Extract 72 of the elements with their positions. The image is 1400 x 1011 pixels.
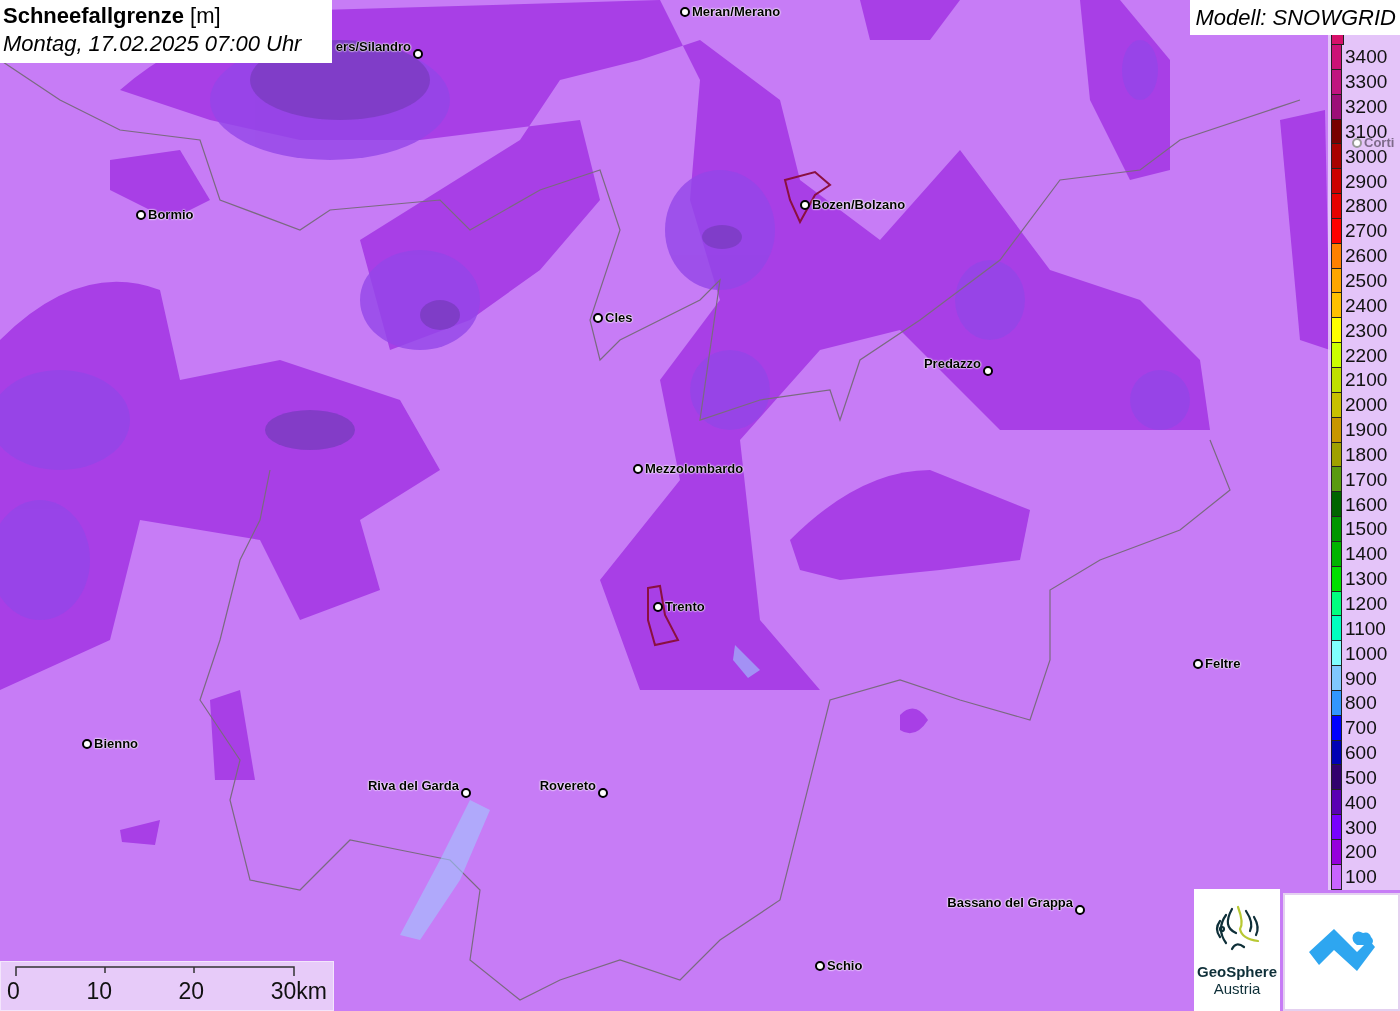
place-label: Bienno (94, 736, 139, 751)
scale-label: 10 (86, 978, 112, 1004)
scale-bar-icon (15, 966, 295, 976)
scale-label: 20 (178, 978, 205, 1004)
logo-subtitle: Austria (1213, 980, 1261, 998)
legend-label: 100 (1345, 867, 1377, 888)
place-label: Bormio (148, 207, 194, 222)
place-label: Mezzolombardo (645, 461, 744, 476)
legend-label: 2200 (1345, 345, 1388, 366)
place-label: Feltre (1205, 656, 1241, 671)
legend-label: 300 (1345, 817, 1377, 838)
place-label: Trento (665, 599, 705, 614)
place-label: Meran/Merano (692, 4, 781, 19)
place-marker-icon (653, 601, 663, 612)
legend-label: 1200 (1345, 594, 1388, 614)
scale-label: 30km (270, 978, 327, 1004)
legend-label: 3400 (1345, 47, 1388, 68)
place-marker-icon (680, 6, 690, 17)
legend-label: 1000 (1345, 643, 1388, 664)
place-marker-icon (136, 209, 146, 220)
legend-label: 400 (1345, 792, 1377, 813)
legend-label: 1800 (1345, 444, 1388, 465)
legend-label: 800 (1345, 693, 1377, 714)
place-label: Predazzo (923, 356, 981, 371)
place-marker-icon (800, 199, 810, 210)
legend-label: 3000 (1345, 146, 1388, 167)
place-marker-icon (1075, 904, 1085, 915)
legend-label: 2800 (1345, 196, 1388, 217)
legend-label: 2300 (1345, 320, 1388, 341)
place-marker-icon (593, 312, 603, 323)
legend-label: 2100 (1345, 370, 1388, 391)
legend-label: 2900 (1345, 171, 1388, 192)
legend-label: 200 (1345, 842, 1377, 863)
legend-label: 2000 (1345, 395, 1388, 416)
model-label: Modell: SNOWGRID (1189, 0, 1400, 35)
place-marker-icon (82, 738, 92, 749)
place-marker-icon (461, 787, 471, 798)
place-label: ers/Silandro (335, 39, 411, 54)
scale-label: 0 (7, 978, 20, 1004)
forecast-time: Montag, 17.02.2025 07:00 Uhr (3, 31, 303, 57)
legend-label: 600 (1345, 743, 1377, 764)
place-label: Rovereto (539, 778, 596, 793)
map-title: Schneefallgrenze [m] (3, 3, 222, 29)
legend-label: 1700 (1345, 469, 1388, 490)
place-label: Cles (605, 310, 633, 325)
place-marker-icon (983, 365, 993, 376)
place-marker-icon (633, 463, 643, 474)
legend-label: 700 (1345, 718, 1377, 739)
legend-label: 2700 (1345, 221, 1388, 242)
place-marker-icon (815, 960, 825, 971)
legend-label: 1300 (1345, 569, 1388, 590)
place-label: Bozen/Bolzano (812, 197, 906, 212)
legend-label: 1900 (1345, 420, 1388, 441)
logo-name: GeoSphere (1197, 963, 1277, 980)
legend-swatch (1331, 35, 1344, 45)
legend-label: 1100 (1345, 618, 1386, 639)
legend-label: 2400 (1345, 295, 1388, 316)
place-marker-icon (413, 48, 423, 59)
place-marker-icon (598, 787, 608, 798)
legend-label: 1400 (1345, 544, 1388, 565)
legend-label: 900 (1345, 668, 1377, 689)
legend-label: 3300 (1345, 72, 1388, 93)
legend-label: 2600 (1345, 246, 1388, 267)
place-label: Schio (827, 958, 863, 973)
legend-label: 1600 (1345, 494, 1388, 515)
legend-label: 2500 (1345, 271, 1388, 291)
legend-label: 500 (1345, 767, 1377, 788)
place-marker-icon (1193, 658, 1203, 669)
place-label: Riva del Garda (367, 778, 459, 793)
legend-label: 3200 (1345, 97, 1388, 118)
place-label: Bassano del Grappa (947, 895, 1073, 910)
legend-label: 1500 (1345, 519, 1388, 540)
